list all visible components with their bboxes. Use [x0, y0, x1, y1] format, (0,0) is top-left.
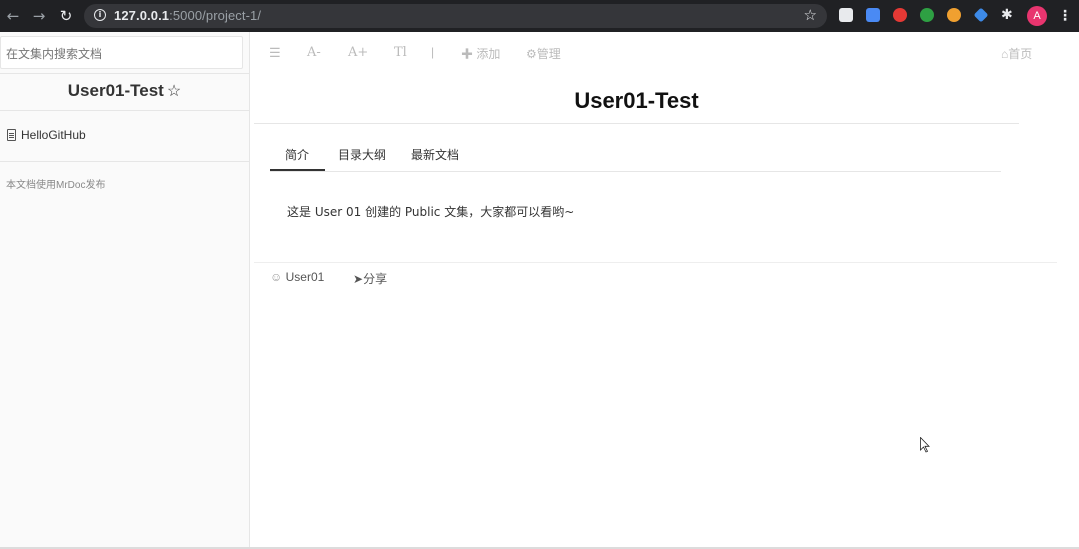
search-input[interactable]: 在文集内搜索文档 [0, 36, 243, 69]
font-type-button[interactable]: Tl [394, 45, 407, 60]
tab-intro[interactable]: 简介 [285, 146, 309, 163]
divider [254, 123, 1019, 124]
divider [0, 73, 249, 74]
divider [0, 161, 249, 162]
colorful-extension-icon[interactable] [947, 8, 961, 22]
home-button[interactable]: ⌂首页 [1001, 45, 1032, 62]
puzzle-extensions-icon[interactable]: ✱ [1001, 8, 1015, 22]
settings-sliders-icon[interactable]: ☰ [269, 45, 281, 61]
add-button[interactable]: ✚ 添加 [461, 45, 500, 62]
address-bar[interactable]: i 127.0.0.1:5000/project-1/ ☆ [84, 4, 827, 28]
favorite-star-icon[interactable]: ☆ [167, 83, 181, 100]
plus-icon: ✚ [461, 47, 477, 61]
author-link[interactable]: ☺ User01 [270, 270, 324, 284]
sidebar: 在文集内搜索文档 User01-Test ☆ HelloGitHub 本文档使用M… [0, 32, 250, 549]
active-tab-indicator [270, 169, 325, 171]
profile-avatar[interactable]: A [1027, 6, 1047, 26]
manage-button[interactable]: ⚙管理 [526, 45, 561, 62]
share-icon: ➤ [353, 272, 364, 286]
project-description: 这是 User 01 创建的 Public 文集，大家都可以看哟~ [287, 205, 575, 219]
back-icon[interactable]: ← [3, 6, 23, 26]
translate-extension-icon[interactable] [866, 8, 880, 22]
divider [0, 110, 249, 111]
toolbar-separator: | [431, 45, 435, 59]
browser-toolbar: ← → ↻ i 127.0.0.1:5000/project-1/ ☆ ✱ A … [0, 0, 1079, 32]
page-title: User01-Test [574, 88, 699, 113]
doc-toolbar: ☰ A- A+ Tl | ✚ 添加 ⚙管理 ⌂首页 [250, 32, 1079, 74]
tab-latest-docs[interactable]: 最新文档 [411, 146, 459, 163]
cogs-icon: ⚙ [526, 47, 537, 61]
tab-outline[interactable]: 目录大纲 [338, 146, 386, 163]
sidebar-doc-item[interactable]: HelloGitHub [7, 128, 86, 142]
document-icon [7, 129, 16, 141]
user-icon: ☺ [270, 270, 283, 284]
gem-extension-icon[interactable] [973, 7, 989, 23]
sidebar-footer: 本文档使用MrDoc发布 [6, 180, 106, 191]
menu-kebab-icon[interactable]: ⋮ [1058, 7, 1072, 25]
reload-icon[interactable]: ↻ [56, 6, 76, 26]
url-text[interactable]: 127.0.0.1:5000/project-1/ [114, 8, 261, 23]
font-decrease-button[interactable]: A- [307, 45, 321, 60]
font-increase-button[interactable]: A+ [348, 45, 368, 60]
search-placeholder: 在文集内搜索文档 [6, 47, 103, 61]
forward-icon[interactable]: → [29, 6, 49, 26]
sidebar-doc-label: HelloGitHub [21, 128, 86, 142]
bookmark-star-icon[interactable]: ☆ [804, 6, 817, 24]
share-button[interactable]: ➤分享 [353, 270, 387, 287]
divider [254, 262, 1057, 263]
adblock-extension-icon[interactable] [893, 8, 907, 22]
project-title: User01-Test ☆ [0, 81, 249, 101]
extension-icon[interactable] [839, 8, 853, 22]
evernote-extension-icon[interactable] [920, 8, 934, 22]
tab-bar: 简介 目录大纲 最新文档 [270, 140, 1001, 172]
info-icon[interactable]: i [94, 9, 106, 21]
project-title-text: User01-Test [67, 81, 164, 100]
mouse-cursor-icon [920, 437, 930, 453]
